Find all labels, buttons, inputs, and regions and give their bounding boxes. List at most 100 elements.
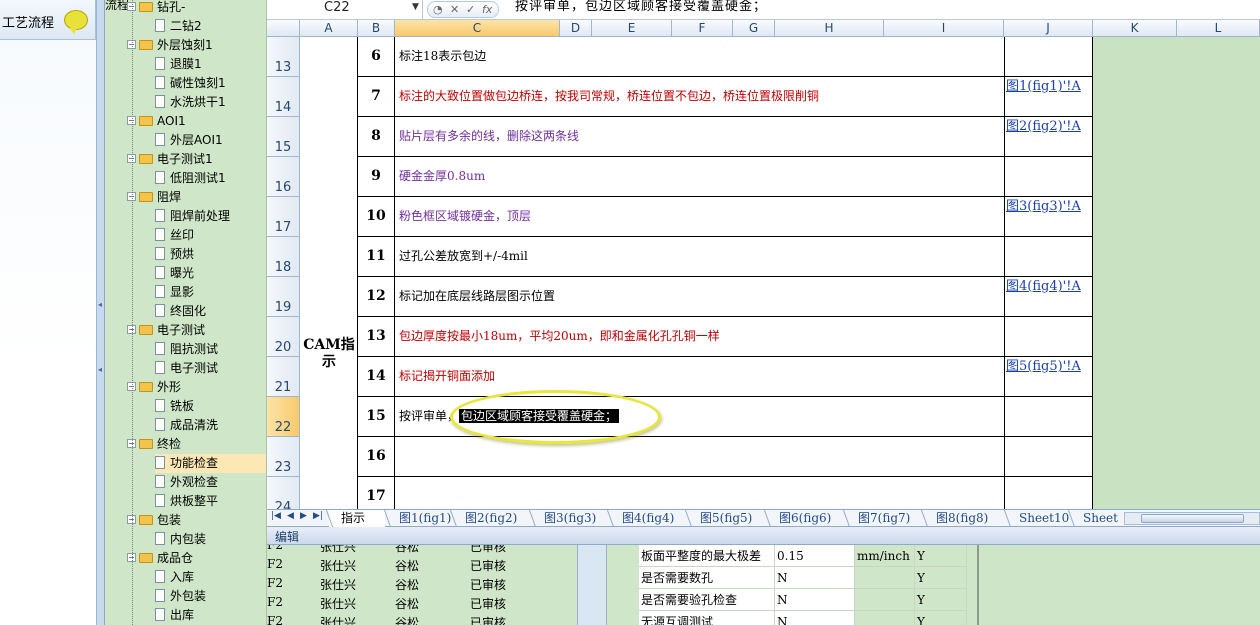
sheet-tab[interactable]: 图1(fig1) <box>387 510 451 527</box>
tree-node[interactable]: 碱性蚀刻1 <box>155 74 226 93</box>
item-number-cell[interactable]: 12 <box>358 277 395 317</box>
param-flag[interactable]: Y <box>915 611 967 625</box>
tree-node[interactable]: 丝印 <box>155 226 194 245</box>
column-header[interactable]: D <box>560 20 592 37</box>
figure-link-cell[interactable] <box>1005 437 1093 477</box>
figure-link-cell[interactable]: 图3(fig3)'!A <box>1005 197 1093 237</box>
process-tree[interactable]: 流程 − 钻孔- 二钻2 − 外层蚀刻1 退膜1 碱性蚀刻1 水洗烘干1 − AOI1 外层AOI1… <box>105 0 267 625</box>
sheet-tab[interactable]: 图6(fig6) <box>767 510 831 527</box>
item-number-cell[interactable]: 14 <box>358 357 395 397</box>
tree-node[interactable]: − 包装 <box>127 511 181 530</box>
sheet-tab[interactable]: 图5(fig5) <box>688 510 752 527</box>
item-text-cell[interactable]: 包边厚度按最小18um，平均20um，即和金属化孔孔铜一样 <box>395 317 1005 357</box>
tree-node[interactable]: 预烘 <box>155 245 194 264</box>
column-header[interactable]: F <box>672 20 733 37</box>
item-number-cell[interactable]: 11 <box>358 237 395 277</box>
item-text-cell[interactable]: 标注的大致位置做包边桥连，按我司常规，桥连位置不包边，桥连位置极限削铜 <box>395 77 1005 117</box>
column-header[interactable]: I <box>884 20 1004 37</box>
tree-node[interactable]: 二钻2 <box>155 17 202 36</box>
sheet-tab[interactable]: 图8(fig8) <box>924 510 988 527</box>
horizontal-scrollbar[interactable] <box>1124 512 1260 525</box>
row-header[interactable]: 19 <box>267 277 300 317</box>
tree-node[interactable]: 水洗烘干1 <box>155 93 226 112</box>
item-number-cell[interactable]: 15 <box>358 397 395 437</box>
param-name[interactable]: 是否需要验孔检查 <box>639 589 775 611</box>
collapse-left-icon-2[interactable]: ◂ <box>98 365 102 374</box>
select-all-corner[interactable] <box>267 20 300 37</box>
column-header[interactable]: L <box>1177 20 1260 37</box>
tree-node[interactable]: 出库 <box>155 606 194 625</box>
param-unit[interactable] <box>855 611 915 625</box>
row-header[interactable]: 21 <box>267 357 300 397</box>
item-number-cell[interactable]: 9 <box>358 157 395 197</box>
tree-node[interactable]: 烘板整平 <box>155 492 218 511</box>
column-header[interactable]: G <box>733 20 775 37</box>
param-name[interactable]: 板面平整度的最大极差 <box>639 545 775 567</box>
figure-link-cell[interactable] <box>1005 37 1093 77</box>
figure-link-cell[interactable]: 图1(fig1)'!A <box>1005 77 1093 117</box>
last-sheet-icon[interactable]: ▶| <box>313 511 323 521</box>
param-name[interactable]: 无源互调测试 <box>639 611 775 625</box>
column-header[interactable]: C <box>395 20 560 37</box>
cancel-icon[interactable]: ✕ <box>450 2 459 17</box>
param-name[interactable]: 是否需要数孔 <box>639 567 775 589</box>
row-header[interactable]: 15 <box>267 117 300 157</box>
figure-link-cell[interactable] <box>1005 317 1093 357</box>
edit-label[interactable]: 编辑 <box>275 528 299 545</box>
sheet-tab[interactable]: 图2(fig2) <box>453 510 517 527</box>
row-header[interactable]: 18 <box>267 237 300 277</box>
tree-node[interactable]: 显影 <box>155 283 194 302</box>
param-flag[interactable]: Y <box>915 589 967 611</box>
column-header[interactable]: E <box>592 20 672 37</box>
section-cell[interactable]: CAM指示 <box>300 37 358 509</box>
tree-node[interactable]: 入库 <box>155 568 194 587</box>
row-header[interactable]: 20 <box>267 317 300 357</box>
sheet-tab[interactable]: Sheet10 <box>1007 510 1069 527</box>
name-box[interactable]: C22 <box>267 0 423 19</box>
item-text-cell[interactable]: 硬金金厚0.8um <box>395 157 1005 197</box>
column-header[interactable]: K <box>1093 20 1177 37</box>
column-header[interactable]: A <box>300 20 358 37</box>
item-text-cell[interactable]: 粉色框区域镀硬金，顶层 <box>395 197 1005 237</box>
item-number-cell[interactable]: 13 <box>358 317 395 357</box>
item-text-cell[interactable]: 过孔公差放宽到+/-4mil <box>395 237 1005 277</box>
sheet-tab[interactable]: 图4(fig4) <box>610 510 674 527</box>
item-number-cell[interactable]: 16 <box>358 437 395 477</box>
tree-node[interactable]: 功能检查 <box>155 454 266 473</box>
sheet-tab[interactable]: 指示 <box>329 510 385 527</box>
tree-node[interactable]: − 成品仓 <box>127 549 193 568</box>
param-value[interactable]: N <box>775 611 855 625</box>
item-text-cell[interactable]: 贴片层有多余的线，删除这两条线 <box>395 117 1005 157</box>
tree-node[interactable]: 外层AOI1 <box>155 131 223 150</box>
first-sheet-icon[interactable]: |◀ <box>271 511 281 521</box>
tree-node[interactable]: 铣板 <box>155 397 194 416</box>
row-header[interactable]: 16 <box>267 157 300 197</box>
tree-node[interactable]: 外观检查 <box>155 473 218 492</box>
item-number-cell[interactable]: 6 <box>358 37 395 77</box>
tree-node[interactable]: 外包装 <box>155 587 206 606</box>
row-header[interactable]: 13 <box>267 37 300 77</box>
next-sheet-icon[interactable]: ▶ <box>300 511 307 521</box>
tree-node[interactable]: − 外形 <box>127 378 181 397</box>
sheet-tab[interactable]: 图3(fig3) <box>532 510 596 527</box>
tree-node[interactable]: 内包装 <box>155 530 206 549</box>
param-unit[interactable] <box>855 567 915 589</box>
tree-node[interactable]: − 电子测试 <box>127 321 205 340</box>
tree-node[interactable]: 电子测试 <box>155 359 218 378</box>
column-header[interactable]: J <box>1004 20 1093 37</box>
formula-input[interactable]: 按评审单，包边区域顾客接受覆盖硬金； <box>515 0 767 19</box>
tree-node[interactable]: 终固化 <box>155 302 206 321</box>
tree-node[interactable]: − 电子测试1 <box>127 150 213 169</box>
row-header[interactable]: 14 <box>267 77 300 117</box>
param-value[interactable]: 0.15 <box>775 545 855 567</box>
column-header[interactable]: H <box>775 20 884 37</box>
param-flag[interactable]: Y <box>915 567 967 589</box>
tree-node[interactable]: 低阻测试1 <box>155 169 226 188</box>
param-value[interactable]: N <box>775 589 855 611</box>
item-text-cell[interactable] <box>395 477 1005 509</box>
expand-icon[interactable]: ◔ <box>433 2 443 17</box>
param-value[interactable]: N <box>775 567 855 589</box>
row-header[interactable]: 22 <box>267 397 300 437</box>
item-number-cell[interactable]: 10 <box>358 197 395 237</box>
name-box-dropdown-icon[interactable]: ▼ <box>412 2 419 12</box>
